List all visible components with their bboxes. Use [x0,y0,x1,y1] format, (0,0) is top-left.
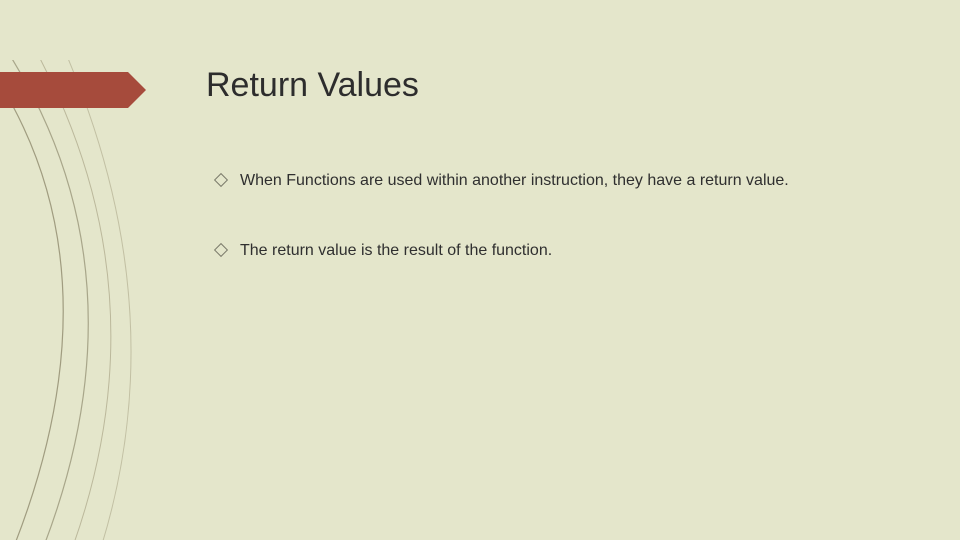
bullet-text: The return value is the result of the fu… [240,240,856,262]
diamond-bullet-icon [214,243,228,257]
slide-content: When Functions are used within another i… [216,170,856,311]
diamond-bullet-icon [214,173,228,187]
bullet-item: The return value is the result of the fu… [216,240,856,262]
bullet-text: When Functions are used within another i… [240,170,856,192]
slide-title: Return Values [206,66,419,105]
title-banner [0,72,128,108]
bullet-item: When Functions are used within another i… [216,170,856,192]
decorative-curves [0,60,220,540]
